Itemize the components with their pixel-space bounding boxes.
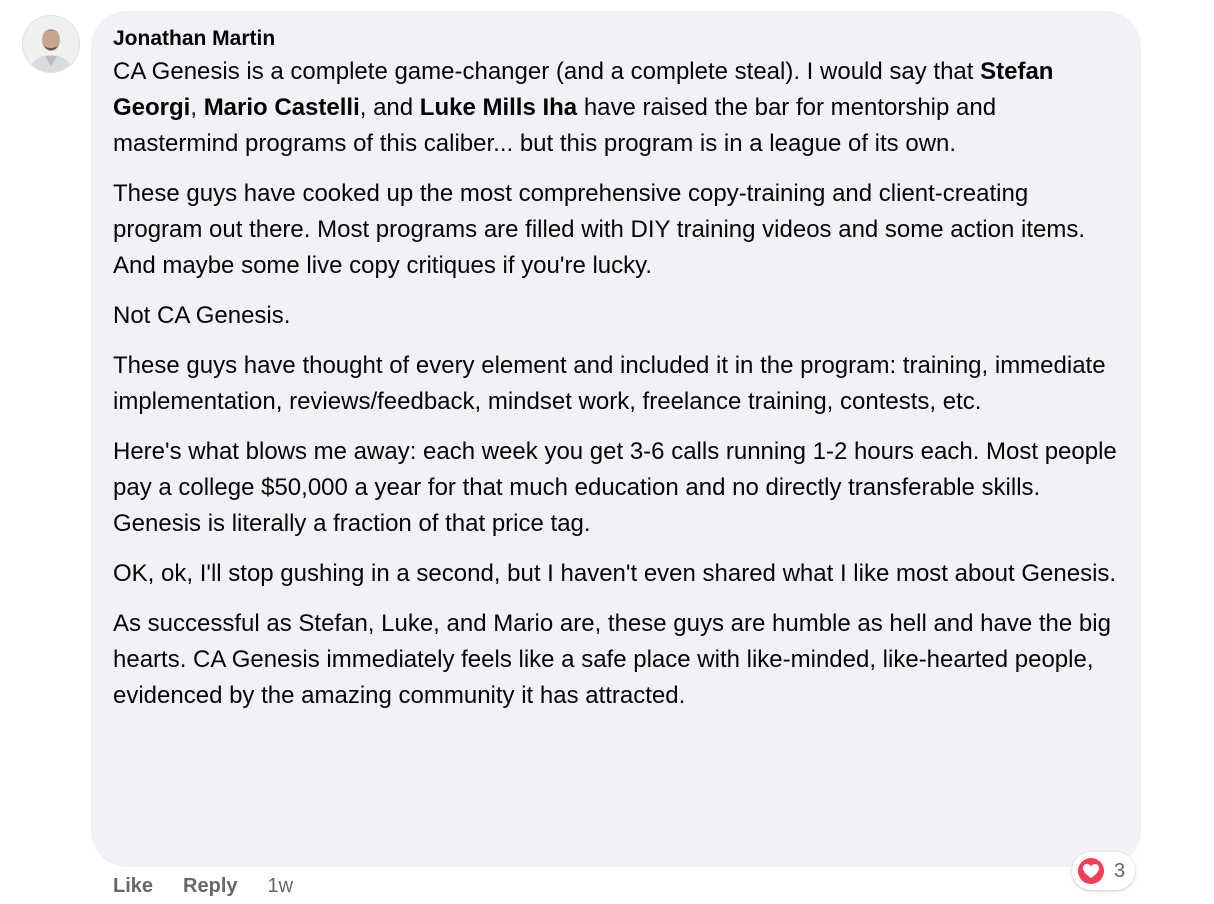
comment-paragraph: As successful as Stefan, Luke, and Mario… <box>113 606 1123 714</box>
comment-body: CA Genesis is a complete game-changer (a… <box>113 54 1119 714</box>
comment-paragraph: These guys have thought of every element… <box>113 348 1123 420</box>
mention-name[interactable]: Mario Castelli <box>204 94 360 121</box>
comment-bubble: Jonathan Martin CA Genesis is a complete… <box>91 11 1141 867</box>
mention-name[interactable]: Luke Mills Iha <box>420 94 577 121</box>
comment-paragraph: These guys have cooked up the most compr… <box>113 176 1123 284</box>
comment-paragraph: OK, ok, I'll stop gushing in a second, b… <box>113 556 1123 592</box>
comment-author[interactable]: Jonathan Martin <box>113 25 1119 53</box>
comment-paragraph: Here's what blows me away: each week you… <box>113 434 1123 542</box>
comment-text: These guys have thought of every element… <box>113 352 1106 415</box>
reaction-summary[interactable]: 3 <box>1072 852 1136 890</box>
comment: Jonathan Martin CA Genesis is a complete… <box>0 0 1214 904</box>
comment-text: Not CA Genesis. <box>113 302 291 329</box>
comment-text: , <box>190 94 204 121</box>
comment-text: These guys have cooked up the most compr… <box>113 180 1085 279</box>
avatar[interactable] <box>22 15 80 73</box>
heart-icon <box>1076 856 1106 886</box>
comment-paragraph: CA Genesis is a complete game-changer (a… <box>113 54 1123 162</box>
avatar-image <box>23 16 79 72</box>
comment-text: Here's what blows me away: each week you… <box>113 438 1117 537</box>
comment-text: CA Genesis is a complete game-changer (a… <box>113 58 981 85</box>
comment-text: As successful as Stefan, Luke, and Mario… <box>113 610 1111 709</box>
comment-text: , and <box>359 94 420 121</box>
comment-paragraph: Not CA Genesis. <box>113 298 1123 334</box>
comment-text: OK, ok, I'll stop gushing in a second, b… <box>113 560 1117 587</box>
reaction-count: 3 <box>1114 859 1126 882</box>
comment-timestamp[interactable]: 1w <box>268 875 294 898</box>
reply-button[interactable]: Reply <box>183 875 237 898</box>
like-button[interactable]: Like <box>113 875 153 898</box>
comment-actions: Like Reply 1w <box>113 873 293 899</box>
